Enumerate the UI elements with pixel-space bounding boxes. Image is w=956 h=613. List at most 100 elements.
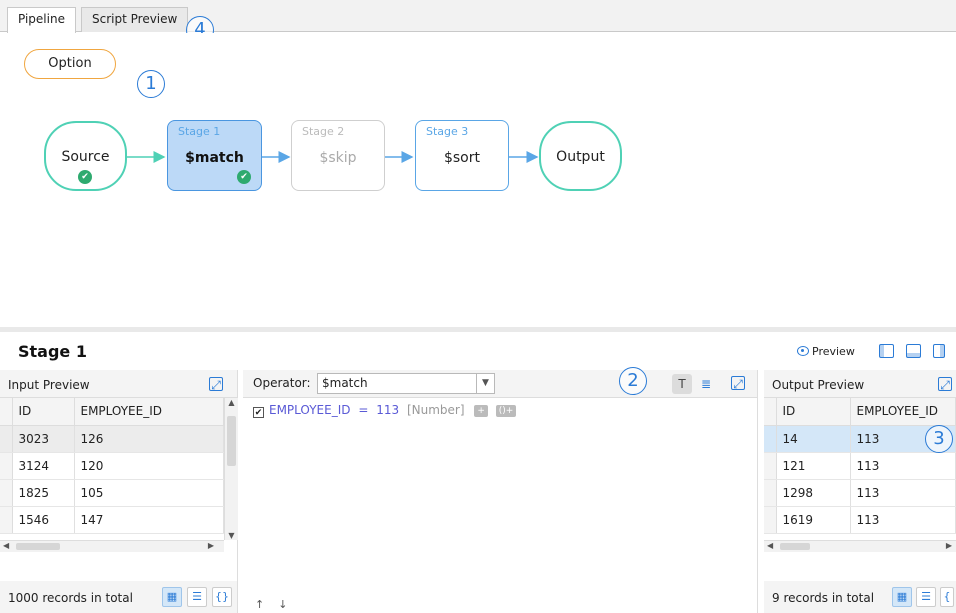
check-icon: ✔ xyxy=(237,170,251,184)
stage-1-label: Stage 1 xyxy=(178,125,221,138)
condition-type: [Number] xyxy=(406,403,465,417)
cell-employee-id: 113 xyxy=(850,479,956,507)
expand-icon[interactable]: ⤢ xyxy=(209,377,223,392)
eye-icon xyxy=(797,346,809,356)
pipeline-canvas: Option 1 Source ✔ Stage 1 $match ✔ Stage… xyxy=(0,33,956,327)
source-label: Source xyxy=(61,149,110,165)
json-view-icon[interactable]: {} xyxy=(212,587,232,607)
move-arrows[interactable]: ↑↓ xyxy=(255,598,301,611)
stage-3-operator: $sort xyxy=(443,150,480,166)
table-row[interactable]: 1546 147 xyxy=(0,506,224,534)
json-view-icon[interactable]: { xyxy=(940,587,954,607)
layout-right-icon[interactable] xyxy=(933,344,945,358)
output-preview-panel: Output Preview ⤢ ID EMPLOYEE_ID 14 113 1… xyxy=(764,370,956,613)
output-preview-header: Output Preview ⤢ xyxy=(764,370,956,398)
output-preview-footer: 9 records in total ▦ ☰ { xyxy=(764,581,956,613)
input-preview-table: ID EMPLOYEE_ID 3023 126 3124 120 1825 10… xyxy=(0,398,224,534)
grid-view-icon[interactable]: ▦ xyxy=(162,587,182,607)
output-record-count: 9 records in total xyxy=(772,591,875,605)
layout-left-icon[interactable] xyxy=(879,344,894,358)
add-group-icon[interactable]: ()+ xyxy=(495,405,517,417)
table-row[interactable]: 3124 120 xyxy=(0,452,224,480)
operator-select-value: $match xyxy=(322,376,368,390)
expand-icon[interactable]: ⤢ xyxy=(938,377,952,392)
cell-id: 1546 xyxy=(12,506,75,534)
output-node[interactable]: Output xyxy=(539,121,622,191)
stage-1-node[interactable]: Stage 1 $match ✔ xyxy=(167,120,262,191)
expand-icon[interactable]: ⤢ xyxy=(731,376,745,391)
cell-id: 121 xyxy=(776,452,851,480)
cell-id: 1619 xyxy=(776,506,851,534)
splitter[interactable] xyxy=(0,327,956,332)
cell-employee-id: 147 xyxy=(74,506,224,534)
column-header-id[interactable]: ID xyxy=(776,398,851,426)
table-row[interactable]: 1825 105 xyxy=(0,479,224,507)
tab-pipeline[interactable]: Pipeline xyxy=(7,7,76,33)
input-preview-panel: Input Preview ⤢ ID EMPLOYEE_ID 3023 126 … xyxy=(0,370,238,613)
output-label: Output xyxy=(556,149,605,165)
column-header-employee-id[interactable]: EMPLOYEE_ID xyxy=(74,398,224,426)
annotation-badge-2: 2 xyxy=(619,367,647,395)
cell-employee-id: 113 xyxy=(850,452,956,480)
table-row[interactable]: 1619 113 xyxy=(764,506,956,534)
tab-script-preview[interactable]: Script Preview xyxy=(81,7,189,32)
text-mode-icon[interactable]: T xyxy=(672,374,692,394)
source-node[interactable]: Source ✔ xyxy=(44,121,127,191)
cell-id: 1825 xyxy=(12,479,75,507)
operator-panel: Operator: $match ▼ T ≣ ⤢ ✔ EMPLOYEE_ID = … xyxy=(243,370,758,613)
cell-id: 14 xyxy=(776,425,851,453)
form-view-icon[interactable]: ☰ xyxy=(916,587,936,607)
condition-operator: = xyxy=(358,403,369,417)
grid-view-icon[interactable]: ▦ xyxy=(892,587,912,607)
column-header-employee-id[interactable]: EMPLOYEE_ID xyxy=(850,398,956,426)
operator-label: Operator: xyxy=(253,376,311,390)
preview-toggle[interactable]: Preview xyxy=(797,345,855,358)
table-row[interactable]: 1298 113 xyxy=(764,479,956,507)
arrow-down-icon[interactable]: ↓ xyxy=(278,598,301,611)
input-record-count: 1000 records in total xyxy=(8,591,133,605)
input-horizontal-scrollbar[interactable]: ◀ ▶ xyxy=(0,540,224,552)
cell-employee-id: 113 xyxy=(850,506,956,534)
cell-employee-id: 120 xyxy=(74,452,224,480)
table-row[interactable]: 121 113 xyxy=(764,452,956,480)
condition-field: EMPLOYEE_ID xyxy=(269,403,351,417)
match-condition[interactable]: ✔ EMPLOYEE_ID = 113 [Number] + ()+ xyxy=(253,403,517,418)
stage-3-label: Stage 3 xyxy=(426,125,469,138)
chevron-down-icon: ▼ xyxy=(476,374,494,393)
column-header-id[interactable]: ID xyxy=(12,398,75,426)
stage-2-label: Stage 2 xyxy=(302,125,345,138)
stage-2-operator: $skip xyxy=(319,150,357,166)
operator-select[interactable]: $match ▼ xyxy=(317,373,495,394)
document-mode-icon[interactable]: ≣ xyxy=(696,374,716,394)
table-row[interactable]: 3023 126 xyxy=(0,425,224,453)
condition-value: 113 xyxy=(376,403,400,417)
arrow-up-icon[interactable]: ↑ xyxy=(255,598,278,611)
output-preview-table: ID EMPLOYEE_ID 14 113 121 113 1298 113 1… xyxy=(764,398,956,534)
cell-id: 3124 xyxy=(12,452,75,480)
table-header-row: ID EMPLOYEE_ID xyxy=(0,398,224,426)
input-vertical-scrollbar[interactable]: ▲ ▼ xyxy=(224,398,238,540)
operator-toolbar: Operator: $match ▼ T ≣ ⤢ xyxy=(243,370,757,398)
stage-1-operator: $match xyxy=(185,150,244,166)
output-preview-title: Output Preview xyxy=(772,378,865,392)
add-condition-icon[interactable]: + xyxy=(474,405,488,417)
condition-checkbox[interactable]: ✔ xyxy=(253,407,264,418)
tab-bar: Pipeline Script Preview xyxy=(0,0,956,33)
input-preview-footer: 1000 records in total ▦ ☰ {} xyxy=(0,581,237,613)
stage-title: Stage 1 xyxy=(18,342,87,361)
cell-employee-id: 126 xyxy=(74,425,224,453)
cell-id: 1298 xyxy=(776,479,851,507)
stage-2-node[interactable]: Stage 2 $skip xyxy=(291,120,385,191)
check-icon: ✔ xyxy=(78,170,92,184)
output-horizontal-scrollbar[interactable]: ◀ ▶ xyxy=(764,540,956,552)
stage-3-node[interactable]: Stage 3 $sort xyxy=(415,120,509,191)
input-preview-title: Input Preview xyxy=(8,378,90,392)
form-view-icon[interactable]: ☰ xyxy=(187,587,207,607)
input-preview-header: Input Preview ⤢ xyxy=(0,370,237,398)
cell-id: 3023 xyxy=(12,425,75,453)
preview-label: Preview xyxy=(812,345,855,358)
cell-employee-id: 105 xyxy=(74,479,224,507)
layout-bottom-icon[interactable] xyxy=(906,344,921,358)
table-header-row: ID EMPLOYEE_ID xyxy=(764,398,956,426)
annotation-badge-3: 3 xyxy=(925,425,953,453)
